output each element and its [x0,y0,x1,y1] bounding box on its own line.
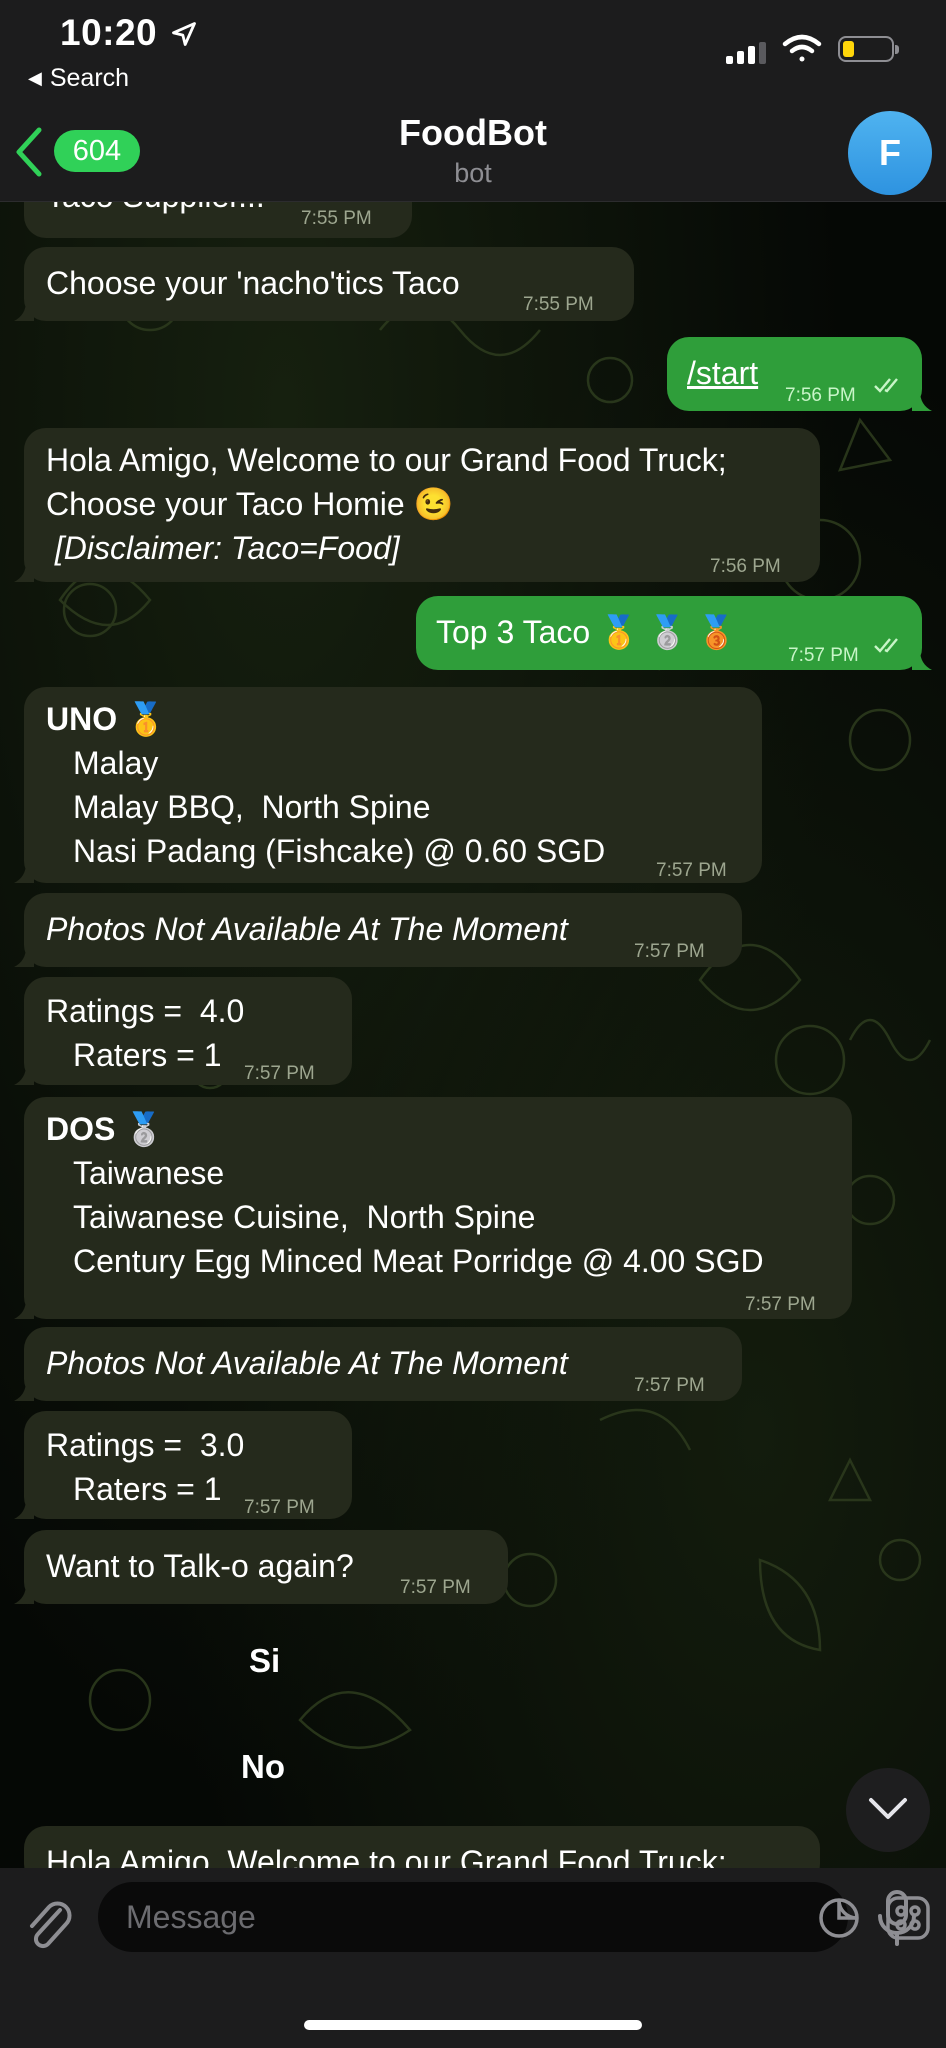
message-bubble[interactable]: Hola Amigo, Welcome to our Grand Food Tr… [14,428,820,582]
double-check-icon [874,378,898,393]
message-time: 7:55 PM [523,294,594,315]
message-time: 7:57 PM [400,1577,471,1598]
message-text: Top 3 Taco 🥇 🥈 🥉 [436,614,737,650]
microphone-icon[interactable] [876,1890,918,1946]
message-bubble-outgoing[interactable]: Top 3 Taco 🥇 🥈 🥉 7:57 PM [416,596,932,670]
message-time: 7:57 PM [745,1294,816,1315]
status-bar: 10:20 ◀ Search [0,0,946,102]
message-time: 7:56 PM [710,556,781,577]
cellular-signal-icon [726,42,766,64]
scroll-to-bottom-button[interactable] [846,1768,930,1852]
message-line: Taiwanese Cuisine, North Spine [73,1199,536,1235]
message-text[interactable]: /start [687,351,758,395]
message-line: Malay [73,745,159,781]
status-time: 10:20 [60,12,158,53]
message-time: 7:56 PM [785,385,856,406]
back-to-search-label: Search [49,64,130,92]
location-arrow-icon [172,22,196,46]
message-bubble[interactable]: Ratings = 4.0 Raters = 1 7:57 PM [14,977,352,1085]
wifi-icon [782,34,822,62]
chat-header: 604 FoodBot bot F [0,102,946,202]
message-bubble[interactable]: Ratings = 3.0 Raters = 1 7:57 PM [14,1411,352,1519]
message-bubble[interactable]: Want to Talk-o again? 7:57 PM [14,1530,508,1604]
back-to-search[interactable]: ◀ Search [28,64,129,93]
message-text: Want to Talk-o again? [46,1548,354,1584]
message-text: Photos Not Available At The Moment [46,1345,568,1381]
message-line: Choose your Taco Homie 😉 [46,486,454,522]
message-bubble[interactable]: Photos Not Available At The Moment 7:57 … [14,893,742,967]
message-line: Ratings = 4.0 [46,993,245,1029]
message-line: Ratings = 3.0 [46,1427,245,1463]
message-time: 7:57 PM [788,645,859,666]
inline-button-no[interactable]: No [241,1748,285,1786]
message-bubble[interactable]: DOS 🥈 Taiwanese Taiwanese Cuisine, North… [14,1097,852,1319]
message-text: Choose your 'nacho'tics Taco [46,265,460,301]
message-line: Nasi Padang (Fishcake) @ 0.60 SGD [73,833,606,869]
rank-title: DOS 🥈 [46,1111,165,1147]
paperclip-icon[interactable] [24,1896,72,1952]
message-time: 7:55 PM [301,208,372,229]
chat-subtitle: bot [454,158,492,188]
moon-icon[interactable] [818,1897,860,1939]
message-line: Raters = 1 [73,1471,222,1507]
message-line: Malay BBQ, North Spine [73,789,431,825]
chat-title[interactable]: FoodBot [0,112,946,154]
message-text: Photos Not Available At The Moment [46,911,568,947]
avatar[interactable]: F [848,111,932,195]
message-time: 7:57 PM [244,1063,315,1084]
message-placeholder: Message [126,1899,256,1935]
message-time: 7:57 PM [634,941,705,962]
inline-button-si[interactable]: Si [249,1642,280,1680]
message-bubble[interactable]: Choose your 'nacho'tics Taco 7:55 PM [14,247,634,321]
message-line: Raters = 1 [73,1037,222,1073]
battery-icon [838,36,899,62]
chevron-down-icon [869,1798,907,1819]
message-line: [Disclaimer: Taco=Food] [46,530,400,566]
back-triangle-icon: ◀ [28,68,42,88]
message-time: 7:57 PM [244,1497,315,1518]
message-line: Taiwanese [73,1155,225,1191]
message-composer: Message [0,1868,946,2048]
message-bubble-outgoing[interactable]: /start 7:56 PM [667,337,932,411]
double-check-icon [874,638,898,653]
message-bubble[interactable]: Photos Not Available At The Moment 7:57 … [14,1327,742,1401]
message-line: Hola Amigo, Welcome to our Grand Food Tr… [46,442,727,478]
rank-title: UNO 🥇 [46,701,166,737]
message-input[interactable]: Message [98,1882,930,1952]
message-time: 7:57 PM [634,1375,705,1396]
home-indicator [304,2020,642,2030]
message-line: Century Egg Minced Meat Porridge @ 4.00 … [73,1243,764,1279]
message-bubble[interactable]: UNO 🥇 Malay Malay BBQ, North Spine Nasi … [14,687,762,883]
message-time: 7:57 PM [656,860,727,881]
